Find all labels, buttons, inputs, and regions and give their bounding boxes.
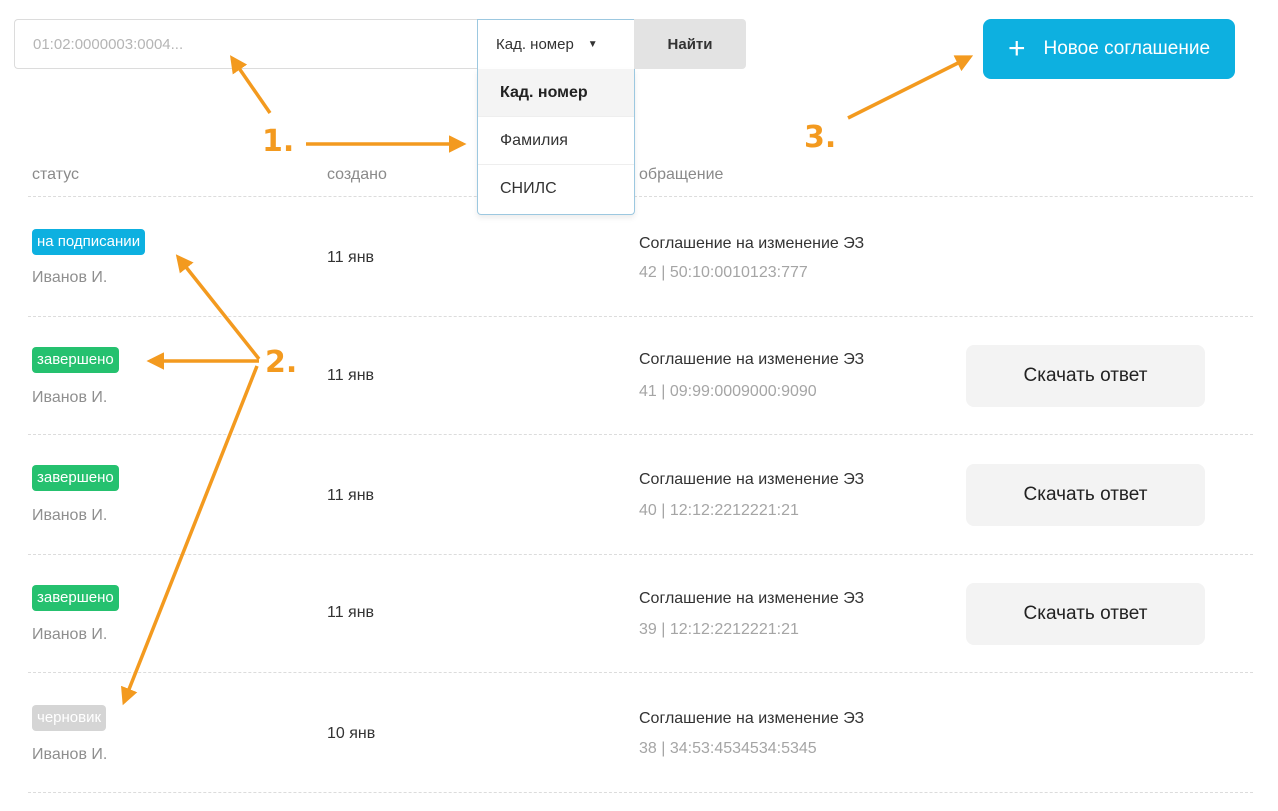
status-badge: на подписании [32, 229, 146, 255]
annotation-label-3: 3. [804, 120, 837, 155]
row-request-title: Соглашение на изменение ЭЗ [639, 471, 865, 488]
divider [28, 792, 1253, 793]
row-request-title: Соглашение на изменение ЭЗ [639, 351, 865, 368]
plus-icon: + [1007, 32, 1026, 65]
new-agreement-button[interactable]: + Новое соглашение [983, 19, 1235, 79]
dropdown-option-surname[interactable]: Фамилия [478, 117, 634, 165]
row-created-date: 10 янв [327, 725, 376, 742]
dropdown-option-cadastral[interactable]: Кад. номер [478, 69, 634, 117]
row-author: Иванов И. [32, 269, 108, 286]
search-type-dropdown: Кад. номер Фамилия СНИЛС [477, 69, 635, 215]
table-row[interactable]: завершено Иванов И. 11 янв Соглашение на… [0, 555, 1278, 673]
row-request-meta: 38 | 34:53:4534534:5345 [639, 740, 817, 757]
status-badge: черновик [32, 705, 107, 731]
row-author: Иванов И. [32, 746, 108, 763]
row-request-title: Соглашение на изменение ЭЗ [639, 590, 865, 607]
row-author: Иванов И. [32, 389, 108, 406]
search-type-select[interactable]: Кад. номер ▼ [477, 19, 635, 69]
download-answer-button[interactable]: Скачать ответ [966, 345, 1205, 407]
row-request-title: Соглашение на изменение ЭЗ [639, 710, 865, 727]
row-request-meta: 41 | 09:99:0009000:9090 [639, 383, 817, 400]
row-author: Иванов И. [32, 626, 108, 643]
status-badge: завершено [32, 347, 119, 373]
table-row[interactable]: завершено Иванов И. 11 янв Соглашение на… [0, 435, 1278, 553]
caret-down-icon: ▼ [587, 39, 598, 50]
new-agreement-label: Новое соглашение [1043, 38, 1211, 59]
table-row[interactable]: завершено Иванов И. 11 янв Соглашение на… [0, 317, 1278, 435]
search-type-label: Кад. номер [496, 36, 574, 53]
search-input[interactable] [14, 19, 478, 69]
row-request-meta: 40 | 12:12:2212221:21 [639, 502, 799, 519]
column-header-request: обращение [639, 166, 724, 183]
dropdown-option-snils[interactable]: СНИЛС [478, 165, 634, 213]
row-created-date: 11 янв [327, 487, 375, 504]
column-header-created: создано [327, 166, 387, 183]
row-request-meta: 39 | 12:12:2212221:21 [639, 621, 799, 638]
annotation-label-2: 2. [265, 345, 298, 380]
column-header-status: статус [32, 166, 80, 183]
row-created-date: 11 янв [327, 249, 375, 266]
row-created-date: 11 янв [327, 604, 375, 621]
row-author: Иванов И. [32, 507, 108, 524]
arrow-to-new-button [847, 55, 974, 120]
download-answer-button[interactable]: Скачать ответ [966, 464, 1205, 526]
row-request-title: Соглашение на изменение ЭЗ [639, 235, 865, 252]
table-row[interactable]: на подписании Иванов И. 11 янв Соглашени… [0, 197, 1278, 315]
row-request-meta: 42 | 50:10:0010123:777 [639, 264, 808, 281]
find-button[interactable]: Найти [634, 19, 746, 69]
download-answer-button[interactable]: Скачать ответ [966, 583, 1205, 645]
row-created-date: 11 янв [327, 367, 375, 384]
annotation-label-1: 1. [262, 124, 295, 159]
status-badge: завершено [32, 465, 119, 491]
status-badge: завершено [32, 585, 119, 611]
table-row[interactable]: черновик Иванов И. 10 янв Соглашение на … [0, 673, 1278, 791]
